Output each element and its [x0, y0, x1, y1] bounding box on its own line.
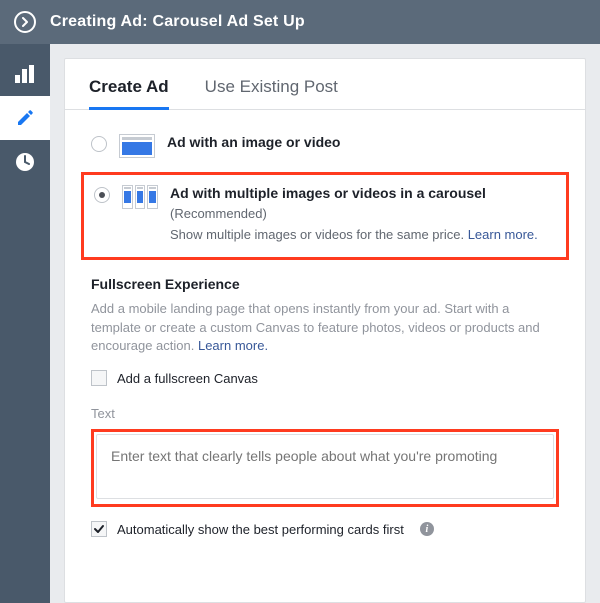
- learn-more-link[interactable]: Learn more.: [468, 227, 538, 242]
- nav-analytics[interactable]: [0, 52, 50, 96]
- fullscreen-title: Fullscreen Experience: [91, 276, 559, 292]
- header-title: Creating Ad: Carousel Ad Set Up: [50, 13, 305, 31]
- fullscreen-canvas-checkbox[interactable]: [91, 370, 107, 386]
- thumbnail-single-icon: [119, 134, 155, 158]
- tab-use-existing-post[interactable]: Use Existing Post: [205, 77, 338, 109]
- auto-show-label: Automatically show the best performing c…: [117, 522, 404, 537]
- nav-history[interactable]: [0, 140, 50, 184]
- highlighted-text-field: [91, 429, 559, 507]
- fullscreen-desc: Add a mobile landing page that opens ins…: [91, 300, 559, 357]
- fullscreen-canvas-label: Add a fullscreen Canvas: [117, 371, 258, 386]
- ad-option-single-title: Ad with an image or video: [167, 134, 559, 150]
- radio-carousel[interactable]: [94, 187, 110, 203]
- create-ad-panel: Create Ad Use Existing Post Ad with an i…: [64, 58, 586, 603]
- tab-create-ad[interactable]: Create Ad: [89, 77, 169, 109]
- radio-single[interactable]: [91, 136, 107, 152]
- ad-option-carousel[interactable]: Ad with multiple images or videos in a c…: [94, 185, 556, 245]
- auto-show-checkbox[interactable]: [91, 521, 107, 537]
- info-icon[interactable]: i: [420, 522, 434, 536]
- chevron-right-circle-icon[interactable]: [14, 11, 36, 33]
- ad-option-carousel-recommended: (Recommended): [170, 205, 556, 223]
- nav-edit[interactable]: [0, 96, 50, 140]
- fullscreen-learn-more-link[interactable]: Learn more.: [198, 338, 268, 353]
- auto-show-row[interactable]: Automatically show the best performing c…: [91, 521, 559, 537]
- thumbnail-carousel-icon: [122, 185, 158, 209]
- left-sidebar: [0, 44, 50, 603]
- fullscreen-canvas-checkbox-row[interactable]: Add a fullscreen Canvas: [91, 370, 559, 386]
- ad-option-single[interactable]: Ad with an image or video: [91, 128, 559, 168]
- page-header: Creating Ad: Carousel Ad Set Up: [0, 0, 600, 44]
- ad-option-carousel-desc: Show multiple images or videos for the s…: [170, 225, 556, 245]
- text-field-label: Text: [91, 406, 559, 421]
- ad-option-carousel-title: Ad with multiple images or videos in a c…: [170, 185, 556, 201]
- ad-text-input[interactable]: [96, 434, 554, 499]
- ad-tabs: Create Ad Use Existing Post: [65, 59, 585, 110]
- highlighted-carousel-option: Ad with multiple images or videos in a c…: [81, 172, 569, 260]
